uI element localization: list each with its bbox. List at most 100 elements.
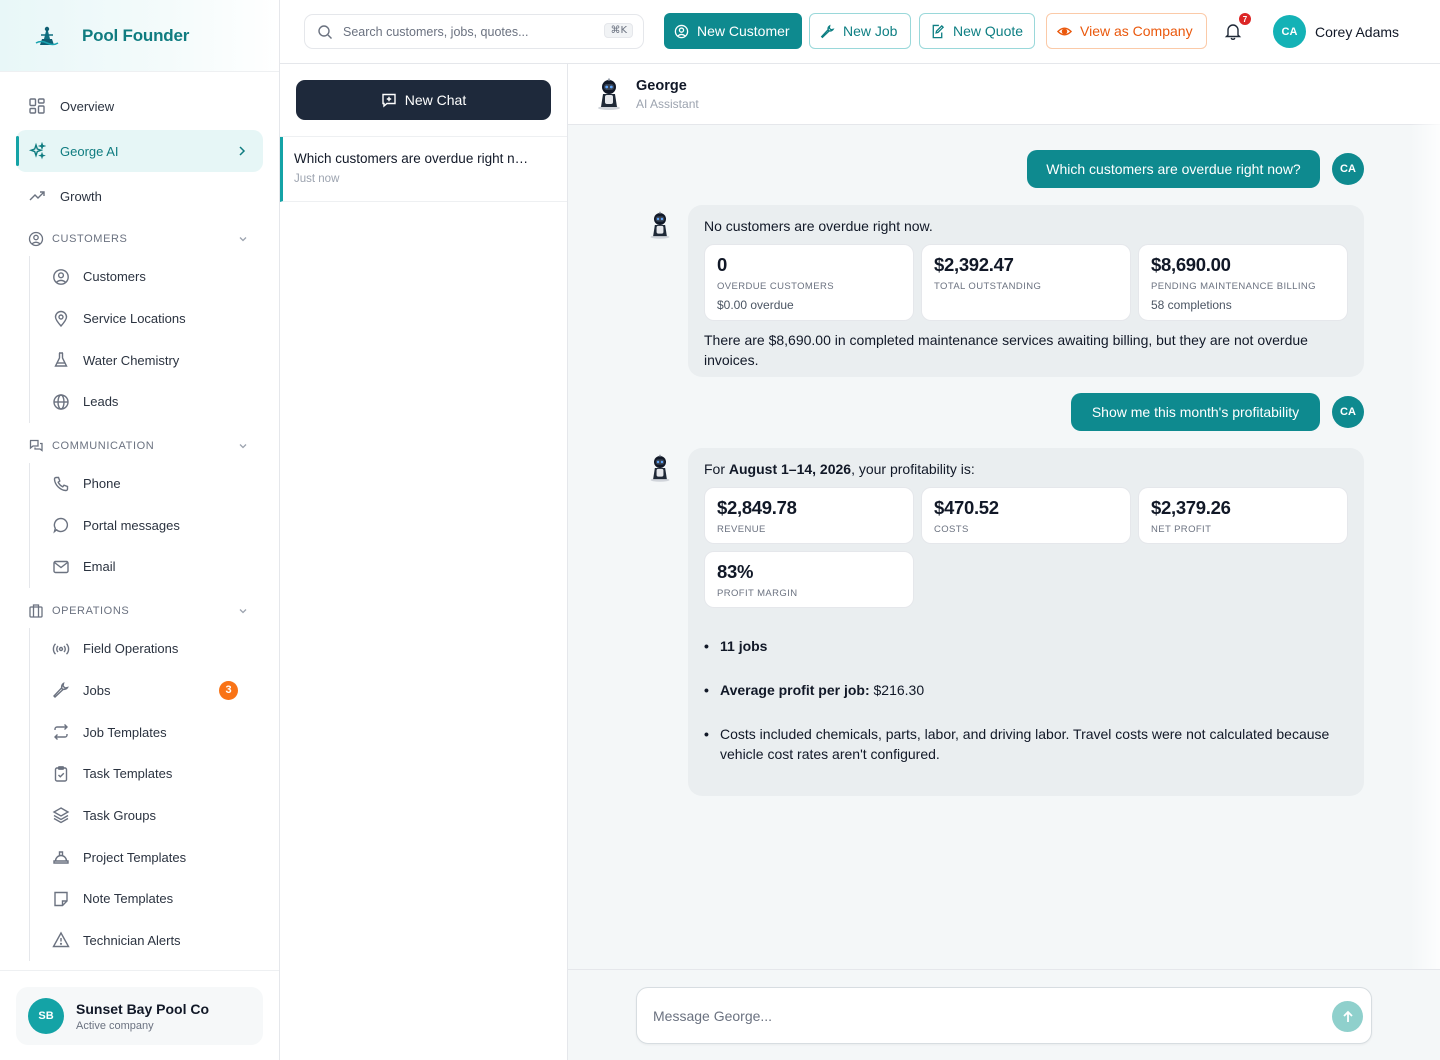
- send-button[interactable]: [1332, 1001, 1363, 1032]
- bullet-text: $216.30: [869, 682, 925, 698]
- stat-value: $2,379.26: [1151, 497, 1231, 518]
- assistant-message: For August 1–14, 2026, your profitabilit…: [688, 448, 1364, 796]
- lead-suffix: , your profitability is:: [851, 461, 975, 477]
- sidebar-item-project-templates[interactable]: Project Templates: [42, 836, 263, 878]
- stat-label: PENDING MAINTENANCE BILLING: [1151, 281, 1316, 292]
- view-as-company-button[interactable]: View as Company: [1046, 13, 1207, 49]
- sidebar-item-field-operations[interactable]: Field Operations: [42, 628, 263, 670]
- sidebar-item-label: Overview: [60, 98, 115, 114]
- sidebar-item-task-templates[interactable]: Task Templates: [42, 753, 263, 795]
- section-customers[interactable]: CUSTOMERS: [16, 222, 263, 256]
- new-chat-button[interactable]: New Chat: [296, 80, 551, 120]
- section-title: COMMUNICATION: [52, 439, 155, 452]
- topbar: Search customers, jobs, quotes... ⌘K New…: [280, 0, 1440, 64]
- bullet-bold: 11 jobs: [720, 638, 768, 654]
- sidebar-item-label: Water Chemistry: [83, 352, 180, 368]
- stat-label: TOTAL OUTSTANDING: [934, 281, 1042, 292]
- stat-card: $470.52 COSTS: [921, 487, 1131, 544]
- sidebar-item-overview[interactable]: Overview: [16, 86, 263, 126]
- section-operations[interactable]: OPERATIONS: [16, 594, 263, 628]
- stat-label: PROFIT MARGIN: [717, 588, 798, 599]
- sidebar-item-customers[interactable]: Customers: [42, 256, 263, 298]
- sidebar-item-task-groups[interactable]: Task Groups: [42, 795, 263, 837]
- sidebar-item-technician-alerts[interactable]: Technician Alerts: [42, 920, 263, 962]
- stat-card: $8,690.00 PENDING MAINTENANCE BILLING 58…: [1138, 244, 1348, 321]
- bullet-item: • Costs included chemicals, parts, labor,…: [704, 724, 1348, 764]
- search-icon: [318, 24, 332, 39]
- stat-card: $2,379.26 NET PROFIT: [1138, 487, 1348, 544]
- conversation-time: Just now: [294, 173, 340, 185]
- sidebar-item-label: Jobs: [83, 682, 111, 698]
- bullet-item: • Average profit per job: $216.30: [704, 680, 1348, 700]
- user-menu[interactable]: CA Corey Adams: [1273, 15, 1399, 48]
- lead-date-range: August 1–14, 2026: [728, 461, 852, 477]
- sidebar-item-jobs[interactable]: Jobs 3: [42, 670, 263, 712]
- grid-icon: [29, 98, 45, 114]
- new-chat-label: New Chat: [404, 92, 467, 108]
- bell-icon[interactable]: [1224, 22, 1242, 40]
- stat-card: 0 OVERDUE CUSTOMERS $0.00 overdue: [704, 244, 914, 321]
- section-communication[interactable]: COMMUNICATION: [16, 429, 263, 463]
- sidebar-item-label: Project Templates: [83, 849, 187, 865]
- company-avatar: SB: [28, 998, 64, 1034]
- new-job-button[interactable]: New Job: [809, 13, 911, 49]
- user-message-avatar: CA: [1332, 153, 1364, 185]
- conversation-title: Which customers are overdue right now?: [294, 151, 530, 166]
- bullet-dot: •: [704, 682, 709, 698]
- message-circle-icon: [53, 518, 69, 534]
- sidebar-item-leads[interactable]: Leads: [42, 381, 263, 423]
- eye-icon: [1057, 27, 1072, 35]
- bullet-list: • 11 jobs • Average profit per job: $216.3…: [704, 636, 1348, 764]
- company-switcher[interactable]: SB Sunset Bay Pool Co Active company: [16, 987, 263, 1045]
- conversation-item[interactable]: Which customers are overdue right now? J…: [280, 137, 567, 202]
- message-input[interactable]: Message George...: [636, 987, 1372, 1044]
- new-customer-button[interactable]: New Customer: [664, 13, 802, 49]
- customers-group: Customers Service Locations Water Chemis…: [16, 256, 263, 423]
- search-shortcut: ⌘K: [604, 23, 633, 38]
- stat-value: 83%: [717, 561, 754, 582]
- wrench-icon: [53, 682, 69, 699]
- user-circle-icon: [674, 24, 689, 38]
- chevron-down-icon: [239, 237, 247, 242]
- alert-triangle-icon: [52, 932, 70, 948]
- search-input[interactable]: Search customers, jobs, quotes... ⌘K: [304, 14, 644, 49]
- bullet-dot: •: [704, 726, 709, 742]
- chevron-down-icon: [239, 608, 247, 614]
- pool-logo-icon: [35, 26, 59, 45]
- bullet-dot: •: [704, 638, 709, 654]
- sidebar-item-water-chemistry[interactable]: Water Chemistry: [42, 339, 263, 381]
- sidebar-item-label: Job Templates: [83, 724, 167, 740]
- sidebar-item-service-locations[interactable]: Service Locations: [42, 298, 263, 340]
- chevron-down-icon: [239, 443, 247, 449]
- sidebar-item-portal-messages[interactable]: Portal messages: [42, 504, 263, 546]
- sidebar-item-label: George AI: [60, 143, 119, 159]
- wrench-icon: [820, 24, 835, 38]
- stat-value: 0: [717, 254, 727, 275]
- sidebar-item-label: Customers: [83, 269, 146, 285]
- message-lead: No customers are overdue right now.: [704, 218, 933, 234]
- sidebar-item-email[interactable]: Email: [42, 546, 263, 588]
- sidebar-item-label: Note Templates: [83, 891, 174, 907]
- company-status: Active company: [76, 1019, 154, 1032]
- sidebar-item-label: Task Groups: [83, 807, 156, 823]
- sidebar-item-george-ai[interactable]: George AI: [16, 130, 263, 172]
- repeat-icon: [54, 724, 68, 741]
- stat-label: OVERDUE CUSTOMERS: [717, 281, 834, 292]
- brand[interactable]: Pool Founder: [0, 0, 279, 72]
- user-circle-icon: [53, 268, 69, 285]
- message-plus-icon: [382, 93, 396, 108]
- stat-card: $2,849.78 REVENUE: [704, 487, 914, 544]
- radio-signal-icon: [52, 642, 70, 655]
- company-name: Sunset Bay Pool Co: [76, 1000, 210, 1017]
- stat-card: $2,392.47 TOTAL OUTSTANDING: [921, 244, 1131, 321]
- sidebar-item-growth[interactable]: Growth: [16, 176, 263, 216]
- view-as-company-label: View as Company: [1080, 23, 1193, 39]
- sidebar-item-job-templates[interactable]: Job Templates: [42, 711, 263, 753]
- user-circle-icon: [28, 231, 44, 247]
- bullet-bold: Average profit per job:: [720, 682, 870, 698]
- new-quote-button[interactable]: New Quote: [919, 13, 1035, 49]
- sidebar-item-note-templates[interactable]: Note Templates: [42, 878, 263, 920]
- sidebar-item-phone[interactable]: Phone: [42, 463, 263, 505]
- sidebar-item-label: Service Locations: [83, 311, 186, 327]
- chevron-right-icon: [239, 146, 246, 156]
